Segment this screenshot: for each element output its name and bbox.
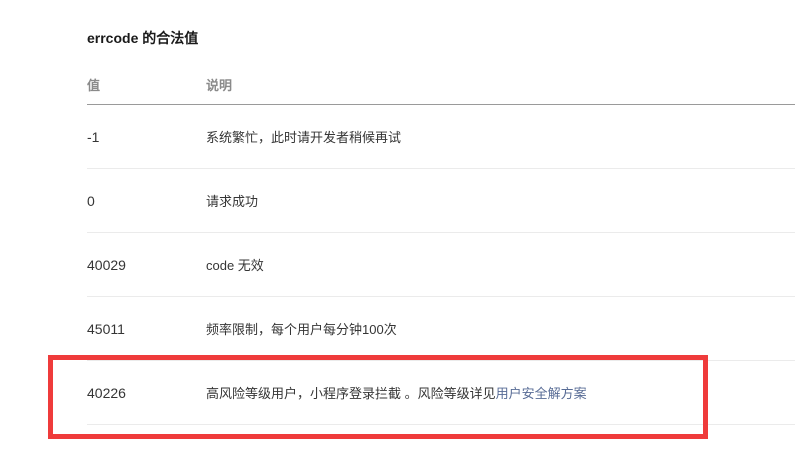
table-row: -1 系统繁忙，此时请开发者稍候再试 — [87, 105, 795, 169]
table-row: 40226 高风险等级用户，小程序登录拦截 。风险等级详见用户安全解方案 — [87, 361, 795, 425]
section-title: errcode 的合法值 — [87, 30, 199, 46]
row-description: 高风险等级用户，小程序登录拦截 。风险等级详见用户安全解方案 — [206, 383, 795, 402]
row-value: 0 — [87, 192, 95, 209]
row-value: 40029 — [87, 256, 126, 273]
row-description: 频率限制，每个用户每分钟100次 — [206, 322, 397, 337]
table-row: 40029 code 无效 — [87, 233, 795, 297]
row-value: -1 — [87, 128, 100, 145]
row-value: 40226 — [87, 384, 126, 401]
header-description: 说明 — [206, 77, 233, 93]
table-header-row: 值 说明 — [87, 64, 795, 105]
row-description: 系统繁忙，此时请开发者稍候再试 — [206, 130, 402, 145]
row-description: code 无效 — [206, 258, 264, 273]
errcode-table: 值 说明 -1 系统繁忙，此时请开发者稍候再试 0 请求成功 40029 cod… — [87, 64, 795, 425]
table-row: 45011 频率限制，每个用户每分钟100次 — [87, 297, 795, 361]
table-row: 0 请求成功 — [87, 169, 795, 233]
row-value: 45011 — [87, 320, 125, 337]
user-security-solution-link[interactable]: 用户安全解方案 — [496, 386, 587, 401]
header-value: 值 — [87, 77, 101, 93]
row-description-text: 高风险等级用户，小程序登录拦截 。风险等级详见 — [206, 386, 496, 401]
row-description: 请求成功 — [206, 194, 259, 209]
